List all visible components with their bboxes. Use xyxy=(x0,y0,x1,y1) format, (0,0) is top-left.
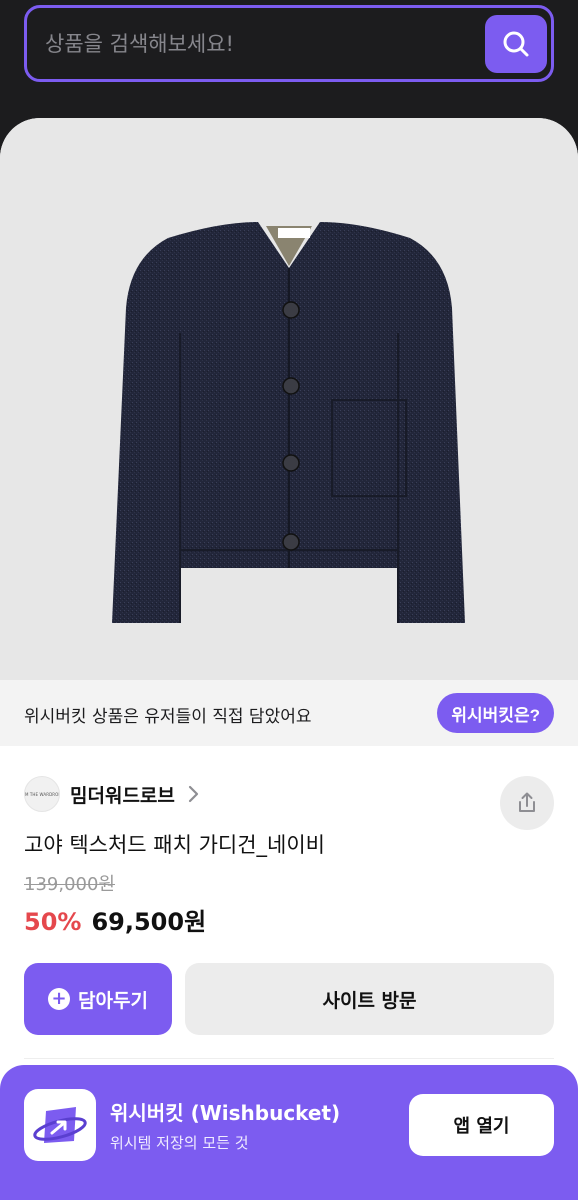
discount-rate: 50% xyxy=(24,908,82,936)
app-logo-icon xyxy=(24,1089,96,1161)
app-subtitle: 위시템 저장의 모든 것 xyxy=(110,1134,249,1152)
share-button[interactable] xyxy=(500,776,554,830)
app-name: 위시버킷 (Wishbucket) xyxy=(110,1101,341,1125)
cardigan-image xyxy=(112,222,465,623)
share-icon xyxy=(519,792,535,812)
open-app-button[interactable]: 앱 열기 xyxy=(409,1094,554,1156)
plus-icon: + xyxy=(48,988,71,1010)
about-wishbucket-button[interactable]: 위시버킷은? xyxy=(437,693,554,733)
search-bar[interactable] xyxy=(24,5,554,82)
divider xyxy=(24,1058,554,1059)
chevron-right-icon xyxy=(187,785,199,803)
sale-price: 69,500원 xyxy=(91,908,207,936)
price-row: 50% 69,500원 xyxy=(24,902,206,937)
wishbucket-notice: 위시버킷 상품은 유저들이 직접 담았어요 위시버킷은? xyxy=(0,680,578,746)
product-card: 위시버킷 상품은 유저들이 직접 담았어요 위시버킷은? MIM THE WAR… xyxy=(0,118,578,1200)
header xyxy=(0,0,578,118)
brand-link[interactable]: MIM THE WARDROBE 밈더워드로브 xyxy=(24,776,199,812)
app-install-banner: 위시버킷 (Wishbucket) 위시템 저장의 모든 것 앱 열기 xyxy=(0,1065,578,1200)
product-title: 고야 텍스처드 패치 가디건_네이비 xyxy=(24,833,326,857)
search-icon xyxy=(503,31,529,57)
brand-name: 밈더워드로브 xyxy=(70,784,175,807)
search-input[interactable] xyxy=(45,8,465,79)
notice-text: 위시버킷 상품은 유저들이 직접 담았어요 xyxy=(24,707,312,727)
product-image[interactable] xyxy=(0,118,578,680)
search-button[interactable] xyxy=(485,15,547,73)
add-to-wishlist-button[interactable]: + 담아두기 xyxy=(24,963,172,1035)
original-price: 139,000원 xyxy=(24,874,115,895)
visit-site-button[interactable]: 사이트 방문 xyxy=(185,963,554,1035)
brand-logo: MIM THE WARDROBE xyxy=(24,776,60,812)
wish-button-label: 담아두기 xyxy=(78,989,148,1012)
